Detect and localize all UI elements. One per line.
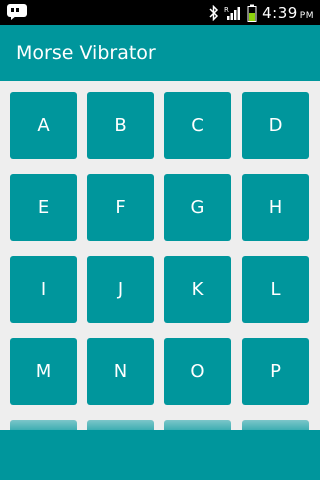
bottom-bar [0, 430, 320, 480]
letter-button-g[interactable]: G [164, 174, 231, 241]
action-bar: Morse Vibrator [0, 25, 320, 81]
letter-button-b[interactable]: B [87, 92, 154, 159]
signal-icon: R [224, 6, 241, 20]
battery-icon [247, 4, 257, 22]
letter-button-n[interactable]: N [87, 338, 154, 405]
letter-button-k[interactable]: K [164, 256, 231, 323]
letter-button-partial[interactable] [242, 420, 309, 430]
letter-button-i[interactable]: I [10, 256, 77, 323]
app-title: Morse Vibrator [16, 42, 156, 64]
status-clock: 4:39 PM [262, 3, 314, 22]
letter-button-c[interactable]: C [164, 92, 231, 159]
status-icons: R 4:39 PM [209, 0, 314, 25]
letter-button-h[interactable]: H [242, 174, 309, 241]
letter-button-partial[interactable] [10, 420, 77, 430]
letter-button-partial[interactable] [87, 420, 154, 430]
status-bar: R 4:39 PM [0, 0, 320, 25]
letter-button-p[interactable]: P [242, 338, 309, 405]
letter-button-e[interactable]: E [10, 174, 77, 241]
letter-button-m[interactable]: M [10, 338, 77, 405]
bluetooth-icon [209, 4, 219, 21]
letter-button-partial[interactable] [164, 420, 231, 430]
letter-grid: ABCD EFGH IJKL MNOP [0, 81, 320, 430]
letter-button-d[interactable]: D [242, 92, 309, 159]
letter-button-j[interactable]: J [87, 256, 154, 323]
letter-button-f[interactable]: F [87, 174, 154, 241]
svg-text:R: R [224, 6, 229, 14]
letter-button-l[interactable]: L [242, 256, 309, 323]
talk-app-icon [7, 4, 27, 20]
letter-button-a[interactable]: A [10, 92, 77, 159]
letter-button-o[interactable]: O [164, 338, 231, 405]
app-screen: R 4:39 PM Morse Vibrator ABCD EFGH IJKL MNOP [0, 0, 320, 480]
